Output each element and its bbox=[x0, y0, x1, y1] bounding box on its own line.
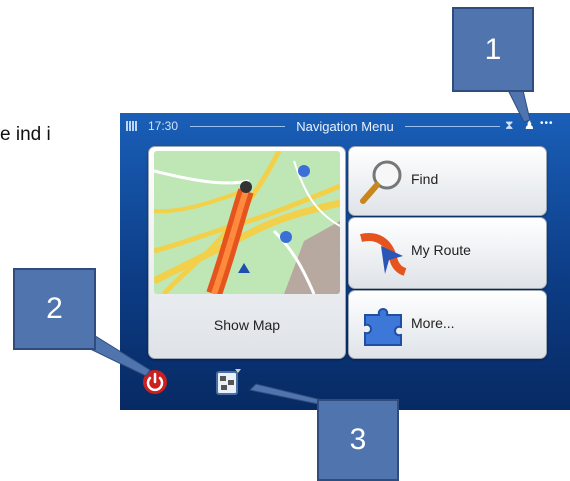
traffic-icon[interactable] bbox=[216, 368, 242, 396]
document-text: e ind i bbox=[0, 124, 51, 145]
more-button[interactable]: More... bbox=[348, 290, 547, 359]
show-map-button[interactable]: Show Map bbox=[148, 146, 346, 359]
magnifier-icon bbox=[359, 157, 407, 205]
status-bar: 17:30 Navigation Menu ⧗ ♟ ••• bbox=[120, 113, 570, 139]
screen-title: Navigation Menu bbox=[296, 119, 394, 134]
status-divider bbox=[190, 126, 285, 127]
callout-3: 3 bbox=[317, 399, 399, 481]
puzzle-icon bbox=[359, 301, 407, 349]
callout-1: 1 bbox=[452, 7, 534, 92]
hourglass-icon: ⧗ bbox=[505, 118, 514, 132]
power-icon[interactable] bbox=[142, 369, 168, 395]
find-label: Find bbox=[411, 171, 439, 187]
my-route-button[interactable]: My Route bbox=[348, 217, 547, 289]
person-icon[interactable]: ♟ bbox=[524, 118, 535, 132]
map-preview-graphic bbox=[154, 151, 340, 294]
my-route-label: My Route bbox=[411, 242, 471, 258]
show-map-label: Show Map bbox=[213, 317, 281, 333]
more-label: More... bbox=[411, 315, 455, 331]
navigation-screen: 17:30 Navigation Menu ⧗ ♟ ••• Show Map F… bbox=[120, 113, 570, 410]
map-preview bbox=[154, 151, 340, 294]
callout-2: 2 bbox=[13, 268, 96, 350]
signal-icon bbox=[126, 120, 140, 131]
clock: 17:30 bbox=[148, 119, 179, 133]
route-icon bbox=[359, 228, 407, 276]
find-button[interactable]: Find bbox=[348, 146, 547, 216]
menu-dots-icon[interactable]: ••• bbox=[540, 118, 554, 129]
status-divider bbox=[405, 126, 500, 127]
